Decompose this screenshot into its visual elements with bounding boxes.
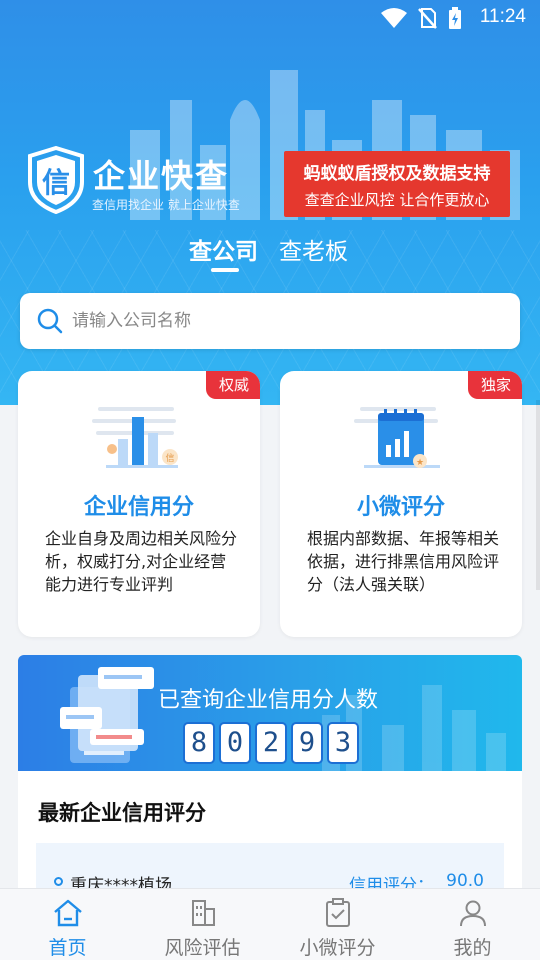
- nav-home[interactable]: 首页: [0, 889, 135, 960]
- clipboard-icon: [326, 898, 350, 927]
- counter-label: 已查询企业信用分人数: [158, 688, 379, 713]
- building-icon: [192, 900, 215, 926]
- query-counter-banner: 已查询企业信用分人数 8 0 2 9 3: [18, 655, 522, 771]
- dashboard-illustration-icon: [60, 667, 154, 763]
- promo-line1: 蚂蚁蚁盾授权及数据支持: [303, 164, 491, 184]
- brand-subtitle: 查信用找企业 就上企业快查: [92, 198, 240, 212]
- svg-text:信: 信: [165, 452, 174, 464]
- counter-digit: 3: [327, 722, 359, 764]
- search-bar[interactable]: [20, 293, 520, 349]
- bottom-navigation: 首页 风险评估 小微评分 我的: [0, 888, 540, 960]
- search-mode-tabs: 查公司 查老板: [0, 232, 540, 276]
- nav-micro-score[interactable]: 小微评分: [270, 889, 405, 960]
- badge-authority: 权威: [205, 371, 260, 399]
- nav-risk-assessment[interactable]: 风险评估: [135, 889, 270, 960]
- card-title: 小微评分: [356, 495, 445, 520]
- brand-title: 企业快查: [93, 157, 230, 195]
- nav-label: 我的: [453, 937, 492, 959]
- nav-label: 小微评分: [299, 937, 376, 959]
- card-description: 企业自身及周边相关风险分析，权威打分,对企业经营能力进行专业评判: [45, 529, 238, 594]
- user-icon: [460, 900, 486, 927]
- status-bar: 11:24: [0, 0, 540, 36]
- no-sim-icon: [418, 8, 437, 29]
- tab-boss[interactable]: 查老板: [279, 232, 348, 266]
- logo-char: 信: [42, 166, 70, 199]
- battery-icon: [449, 7, 461, 29]
- nav-label: 首页: [48, 937, 87, 959]
- nav-profile[interactable]: 我的: [405, 889, 540, 960]
- badge-exclusive: 独家: [467, 371, 522, 399]
- scrollbar[interactable]: [536, 400, 540, 590]
- counter-digit: 2: [255, 722, 287, 764]
- section-title: 最新企业信用评分: [38, 801, 206, 825]
- card-credit-score[interactable]: 权威 信 企业信用分 企业自身及周边相关风险分析，权威打分,对企业经营能力进行专…: [18, 371, 260, 637]
- counter-digit: 8: [183, 722, 215, 764]
- active-tab-indicator: [211, 268, 239, 272]
- latest-scores-section: 最新企业信用评分 重庆****植场 信用评分： 90.0: [18, 771, 522, 903]
- counter-digit: 0: [219, 722, 251, 764]
- promo-banner[interactable]: 蚂蚁蚁盾授权及数据支持 查查企业风控 让合作更放心: [284, 151, 510, 217]
- tab-company[interactable]: 查公司: [189, 232, 258, 266]
- bar-chart-doc-icon: 信: [92, 407, 178, 468]
- card-description: 根据内部数据、年报等相关依据，进行排黑信用风险评分（法人强关联）: [307, 529, 500, 594]
- promo-line2: 查查企业风控 让合作更放心: [304, 191, 490, 209]
- counter-digit: 9: [291, 722, 323, 764]
- calendar-chart-icon: ★: [354, 407, 440, 468]
- search-icon: [37, 308, 63, 334]
- clock: 11:24: [479, 6, 526, 27]
- card-micro-score[interactable]: 独家 ★ 小微评分 根据内部数据、年报等相关依据，进行排黑信用风险评分（法人强关…: [280, 371, 522, 637]
- search-input[interactable]: [72, 305, 492, 337]
- card-title: 企业信用分: [83, 495, 194, 520]
- svg-text:★: ★: [416, 458, 424, 468]
- bullet-icon: [54, 877, 63, 886]
- shield-logo-icon: 信: [28, 146, 84, 214]
- home-icon: [54, 899, 82, 927]
- nav-label: 风险评估: [164, 937, 241, 959]
- wifi-icon: [381, 8, 407, 28]
